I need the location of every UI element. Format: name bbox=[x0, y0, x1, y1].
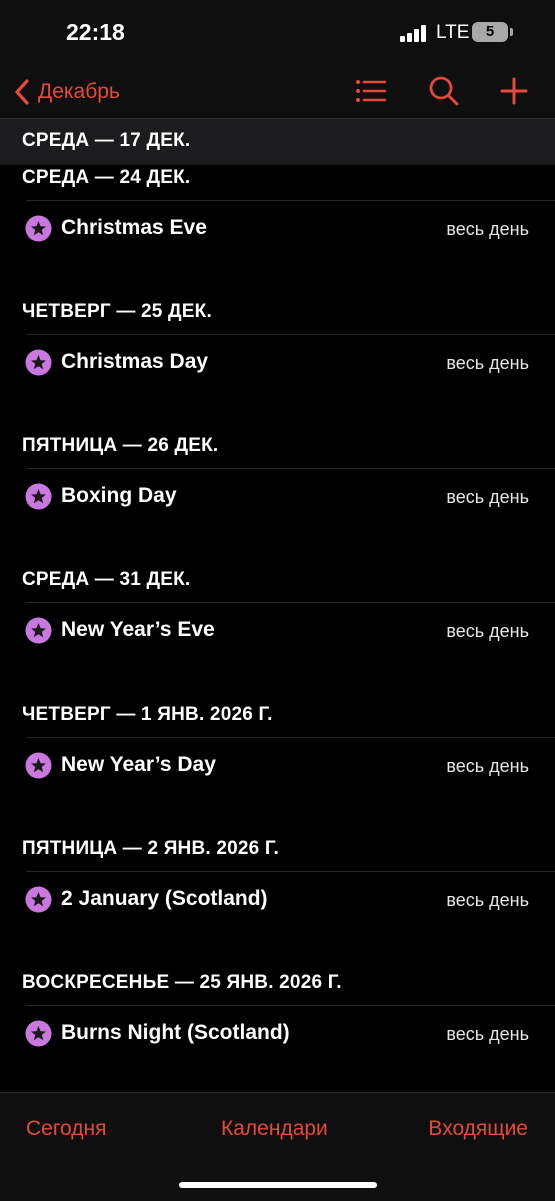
status-bar: 22:18 LTE 5 bbox=[0, 0, 555, 66]
back-button-label: Декабрь bbox=[38, 80, 120, 103]
event-title: New Year’s Day bbox=[61, 753, 216, 776]
event-time: весь день bbox=[446, 487, 529, 507]
tab-today[interactable]: Сегодня bbox=[26, 1117, 106, 1141]
section-header: ПЯТНИЦА — 2 ЯНВ. 2026 Г. bbox=[22, 838, 279, 859]
holiday-star-icon bbox=[25, 752, 52, 779]
event-title: 2 January (Scotland) bbox=[61, 887, 268, 910]
section-header: ПЯТНИЦА — 26 ДЕК. bbox=[22, 435, 219, 456]
list-icon[interactable] bbox=[354, 74, 388, 108]
holiday-star-icon bbox=[25, 215, 52, 242]
back-button[interactable]: Декабрь bbox=[14, 76, 120, 108]
search-icon[interactable] bbox=[427, 74, 461, 108]
event-time: весь день bbox=[446, 353, 529, 373]
event-row[interactable]: Christmas Day весь день bbox=[0, 335, 555, 391]
status-time: 22:18 bbox=[66, 19, 125, 45]
signal-strength-icon bbox=[400, 24, 428, 42]
holiday-star-icon bbox=[25, 349, 52, 376]
holiday-star-icon bbox=[25, 1020, 52, 1047]
holiday-star-icon bbox=[25, 483, 52, 510]
event-row[interactable]: New Year’s Day весь день bbox=[0, 738, 555, 794]
tab-inbox[interactable]: Входящие bbox=[428, 1117, 528, 1141]
plus-icon[interactable] bbox=[497, 74, 531, 108]
event-row[interactable]: Boxing Day весь день bbox=[0, 469, 555, 525]
battery-icon: 5 bbox=[472, 22, 508, 42]
sticky-section-header: СРЕДА — 17 ДЕК. bbox=[0, 118, 555, 165]
tab-calendars[interactable]: Календари bbox=[221, 1117, 328, 1141]
sticky-header-label: СРЕДА — 17 ДЕК. bbox=[22, 130, 191, 151]
event-time: весь день bbox=[446, 1024, 529, 1044]
battery-nub bbox=[510, 28, 513, 36]
event-title: Christmas Day bbox=[61, 350, 209, 373]
holiday-star-icon bbox=[25, 617, 52, 644]
event-row[interactable]: Christmas Eve весь день bbox=[0, 201, 555, 257]
event-title: New Year’s Eve bbox=[61, 618, 215, 641]
event-time: весь день bbox=[446, 219, 529, 239]
event-title: Christmas Eve bbox=[61, 216, 207, 239]
event-time: весь день bbox=[446, 756, 529, 776]
network-type: LTE bbox=[436, 22, 470, 43]
chevron-left-icon bbox=[14, 79, 30, 105]
event-time: весь день bbox=[446, 621, 529, 641]
section-header: СРЕДА — 24 ДЕК. bbox=[22, 167, 191, 188]
event-title: Burns Night (Scotland) bbox=[61, 1021, 290, 1044]
event-row[interactable]: Burns Night (Scotland) весь день bbox=[0, 1006, 555, 1062]
battery-level: 5 bbox=[485, 23, 495, 40]
holiday-star-icon bbox=[25, 886, 52, 913]
event-row[interactable]: 2 January (Scotland) весь день bbox=[0, 872, 555, 928]
section-header: ВОСКРЕСЕНЬЕ — 25 ЯНВ. 2026 Г. bbox=[22, 972, 342, 993]
navigation-bar: Декабрь bbox=[0, 66, 555, 118]
section-header: СРЕДА — 31 ДЕК. bbox=[22, 569, 191, 590]
section-header: ЧЕТВЕРГ — 25 ДЕК. bbox=[22, 301, 212, 322]
home-indicator[interactable] bbox=[179, 1182, 377, 1188]
event-time: весь день bbox=[446, 890, 529, 910]
section-header: ЧЕТВЕРГ — 1 ЯНВ. 2026 Г. bbox=[22, 704, 273, 725]
event-title: Boxing Day bbox=[61, 484, 177, 507]
event-row[interactable]: New Year’s Eve весь день bbox=[0, 603, 555, 659]
